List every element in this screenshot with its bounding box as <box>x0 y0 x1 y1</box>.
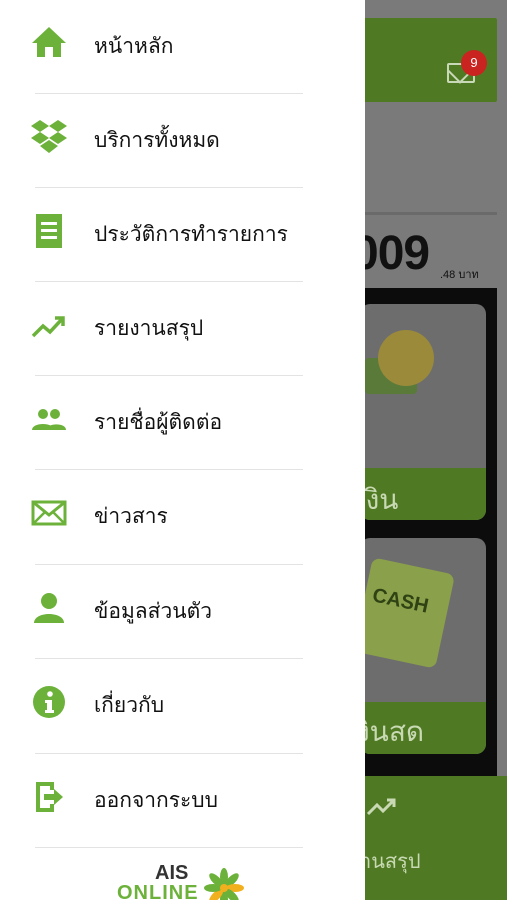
services-icon <box>30 118 68 156</box>
balance-suffix: .48 บาท <box>440 269 479 281</box>
home-icon <box>30 24 68 62</box>
menu-item-home[interactable]: หน้าหลัก <box>0 0 365 94</box>
menu-item-history[interactable]: ประวัติการทำรายการ <box>0 188 365 282</box>
logo-text-online: ONLINE <box>117 882 199 900</box>
receipt-icon <box>30 212 68 250</box>
divider <box>35 847 303 848</box>
menu-item-news[interactable]: ข่าวสาร <box>0 470 365 564</box>
menu-item-label: หน้าหลัก <box>94 35 174 58</box>
bottom-bar-label: านสรุป <box>360 851 421 873</box>
person-icon <box>30 589 68 627</box>
ais-online-logo: AIS ONLINE <box>113 862 253 900</box>
menu-item-about[interactable]: เกี่ยวกับ <box>0 659 365 753</box>
mail-icon <box>30 494 68 532</box>
menu-item-label: ประวัติการทำรายการ <box>94 223 288 246</box>
menu-item-label: รายงานสรุป <box>94 317 204 340</box>
menu-item-logout[interactable]: ออกจากระบบ <box>0 754 365 848</box>
contacts-icon <box>30 400 68 438</box>
menu-item-label: เกี่ยวกับ <box>94 694 165 717</box>
menu-item-label: ออกจากระบบ <box>94 789 218 812</box>
menu-item-label: รายชื่อผู้ติดต่อ <box>94 411 223 434</box>
navigation-drawer: หน้าหลัก บริการทั้งหมด ประวัติการทำรายกา… <box>0 0 365 900</box>
logout-icon <box>30 778 68 816</box>
bottom-bar <box>360 776 507 900</box>
coin-icon <box>378 330 434 386</box>
notification-badge: 9 <box>461 50 487 76</box>
menu-item-summary-report[interactable]: รายงานสรุป <box>0 282 365 376</box>
menu-item-label: บริการทั้งหมด <box>94 129 220 152</box>
trending-up-icon <box>30 306 68 344</box>
menu-item-contacts[interactable]: รายชื่อผู้ติดต่อ <box>0 376 365 470</box>
service-card-label: งินสด <box>356 716 425 747</box>
menu-item-services[interactable]: บริการทั้งหมด <box>0 94 365 188</box>
menu-item-profile[interactable]: ข้อมูลส่วนตัว <box>0 565 365 659</box>
menu-item-label: ข้อมูลส่วนตัว <box>94 600 213 623</box>
menu-item-label: ข่าวสาร <box>94 505 168 528</box>
trending-up-icon <box>366 798 396 816</box>
divider <box>360 212 497 215</box>
info-icon <box>30 683 68 721</box>
flower-icon <box>204 868 244 900</box>
